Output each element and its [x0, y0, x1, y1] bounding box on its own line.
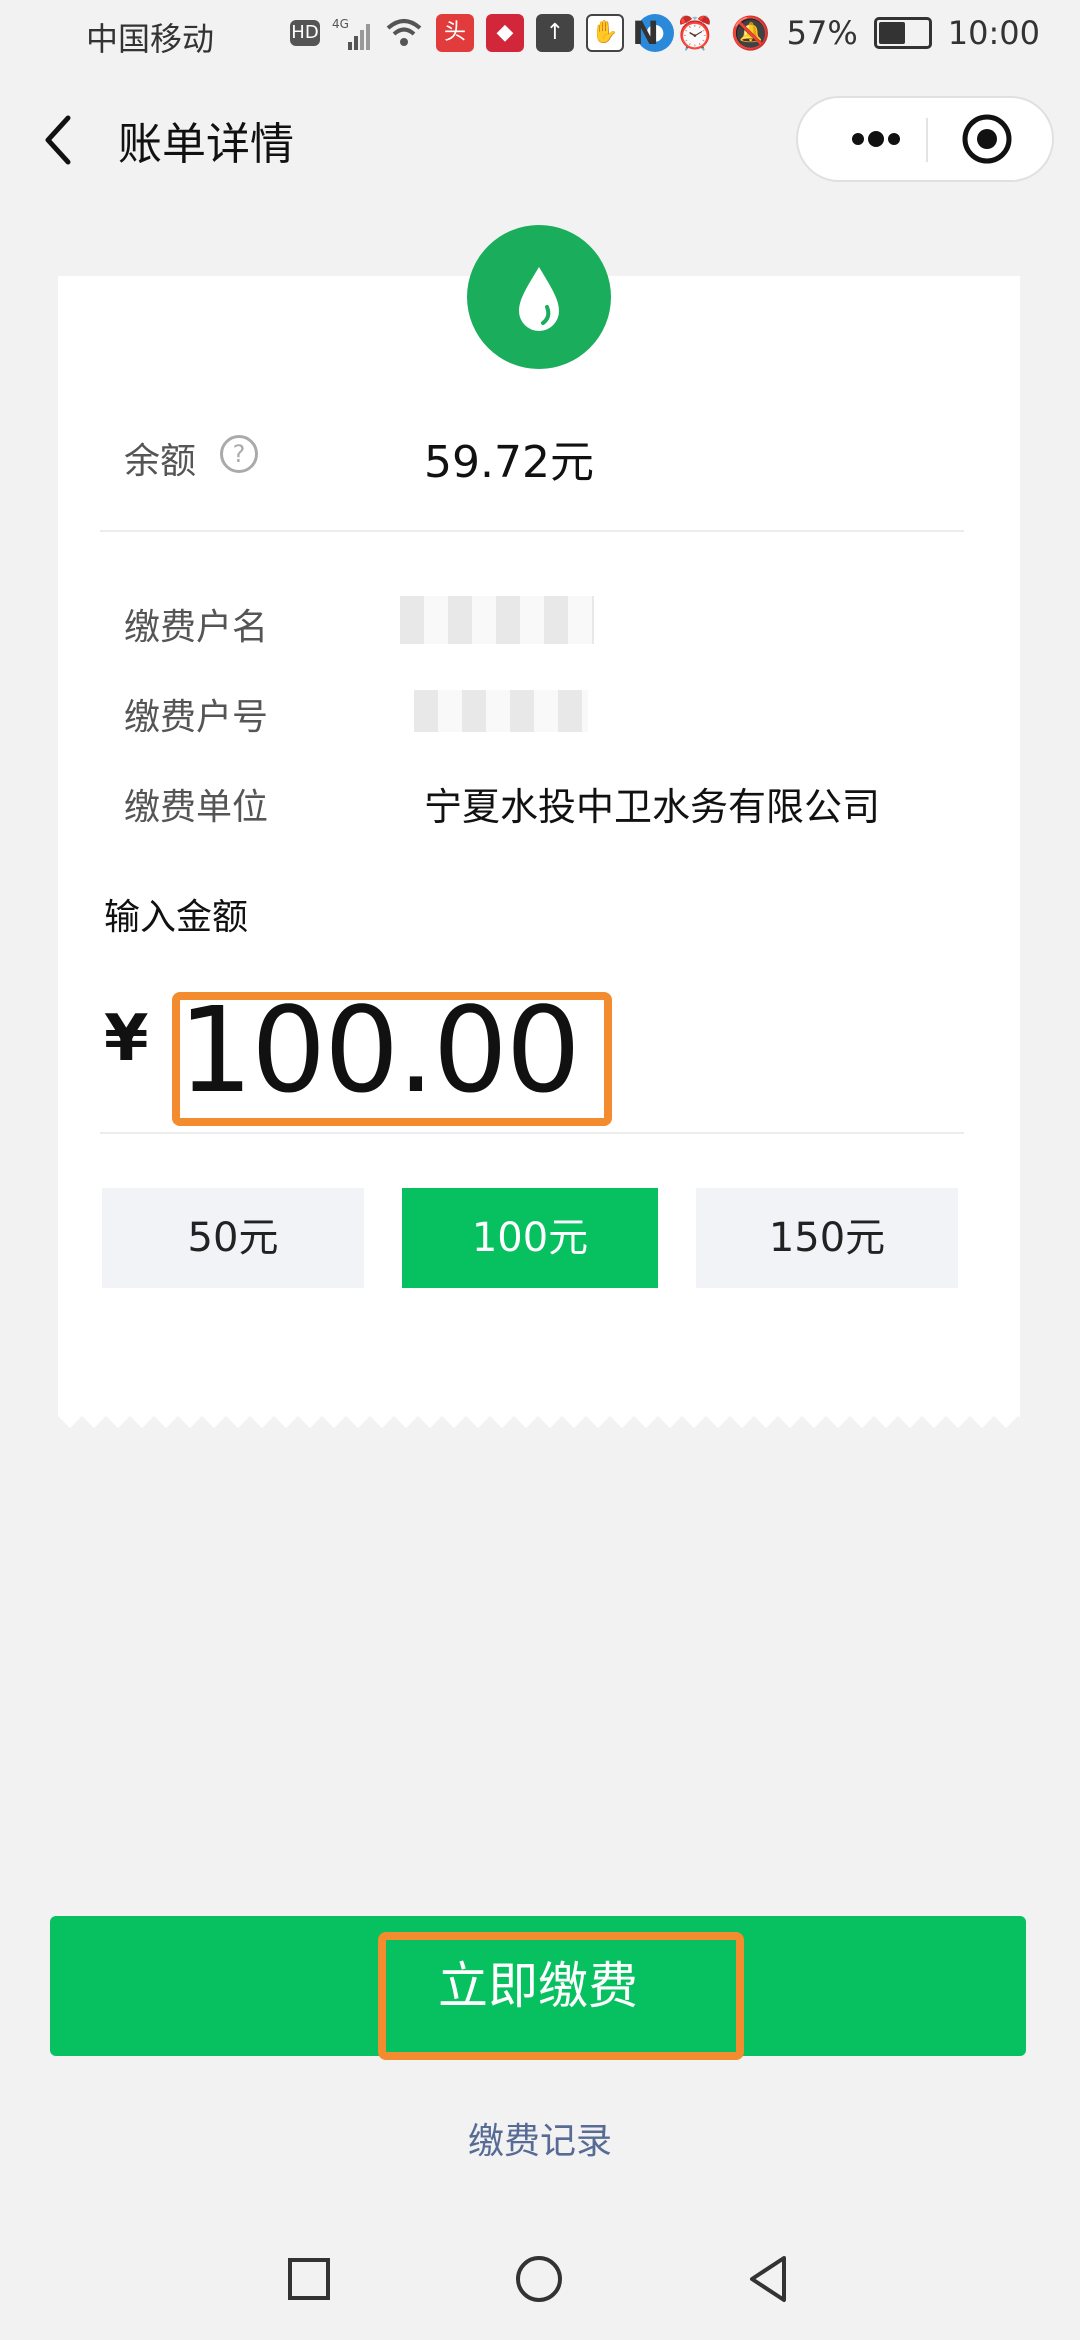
- battery-percent: 57%: [786, 14, 858, 52]
- status-right: N ⏰ 🔕 57% 10:00: [632, 14, 1040, 52]
- balance-value: 59.72元: [424, 437, 594, 488]
- divider: [100, 530, 964, 532]
- quick-amount-100[interactable]: 100元: [402, 1188, 658, 1288]
- chevron-left-icon[interactable]: [38, 110, 78, 170]
- upload-icon: ↑: [536, 14, 574, 52]
- more-dots-icon[interactable]: [828, 98, 924, 180]
- hd-icon: HD: [290, 20, 320, 46]
- battery-icon: [873, 17, 932, 49]
- amount-highlight-box: [172, 992, 612, 1126]
- currency-symbol: ¥: [104, 1002, 149, 1076]
- svg-text:4G: 4G: [332, 17, 349, 31]
- status-bar: 中国移动 HD 4G 头 ◆ ↑ ✋ ● N ⏰ 🔕 57% 10:00: [0, 0, 1080, 72]
- nfc-icon: N: [632, 14, 659, 52]
- help-icon[interactable]: ?: [220, 435, 258, 473]
- red-app-icon: ◆: [486, 14, 524, 52]
- nav-header: 账单详情: [0, 80, 1080, 200]
- payment-records-link[interactable]: 缴费记录: [0, 2112, 1080, 2164]
- pay-highlight-box: [378, 1932, 744, 2060]
- redacted-payer-name: [400, 596, 594, 644]
- amount-underline: [100, 1132, 964, 1134]
- payee-unit-label: 缴费单位: [124, 787, 269, 828]
- water-drop-icon: [467, 225, 611, 369]
- amount-input-label: 输入金额: [104, 897, 249, 938]
- payer-account-label: 缴费户号: [124, 697, 269, 738]
- quick-amount-150[interactable]: 150元: [696, 1188, 958, 1288]
- hand-icon: ✋: [586, 14, 624, 52]
- quick-amount-50[interactable]: 50元: [102, 1188, 364, 1288]
- signal-4g-icon: 4G: [332, 17, 370, 50]
- miniprogram-capsule: [796, 96, 1054, 182]
- redacted-payer-account: [414, 690, 588, 732]
- alarm-icon: ⏰: [674, 14, 715, 52]
- circle-home-icon[interactable]: [514, 2254, 564, 2304]
- wifi-icon: [386, 19, 422, 46]
- clock: 10:00: [947, 14, 1040, 52]
- balance-label: 余额: [124, 441, 197, 482]
- system-nav-bar: [0, 2218, 1080, 2340]
- toutiao-app-icon: 头: [436, 14, 474, 52]
- status-icons: HD 4G 头 ◆ ↑ ✋ ●: [290, 14, 674, 52]
- page-title: 账单详情: [118, 119, 294, 170]
- triangle-back-icon[interactable]: [744, 2254, 794, 2304]
- carrier-label: 中国移动: [86, 20, 215, 58]
- receipt-zigzag-edge: [58, 1416, 1020, 1428]
- square-icon[interactable]: [284, 2254, 334, 2304]
- mute-icon: 🔕: [730, 14, 771, 52]
- target-circle-icon[interactable]: [932, 98, 1042, 180]
- payee-unit-value: 宁夏水投中卫水务有限公司: [424, 785, 881, 829]
- capsule-divider: [926, 118, 928, 162]
- payer-name-label: 缴费户名: [124, 607, 269, 648]
